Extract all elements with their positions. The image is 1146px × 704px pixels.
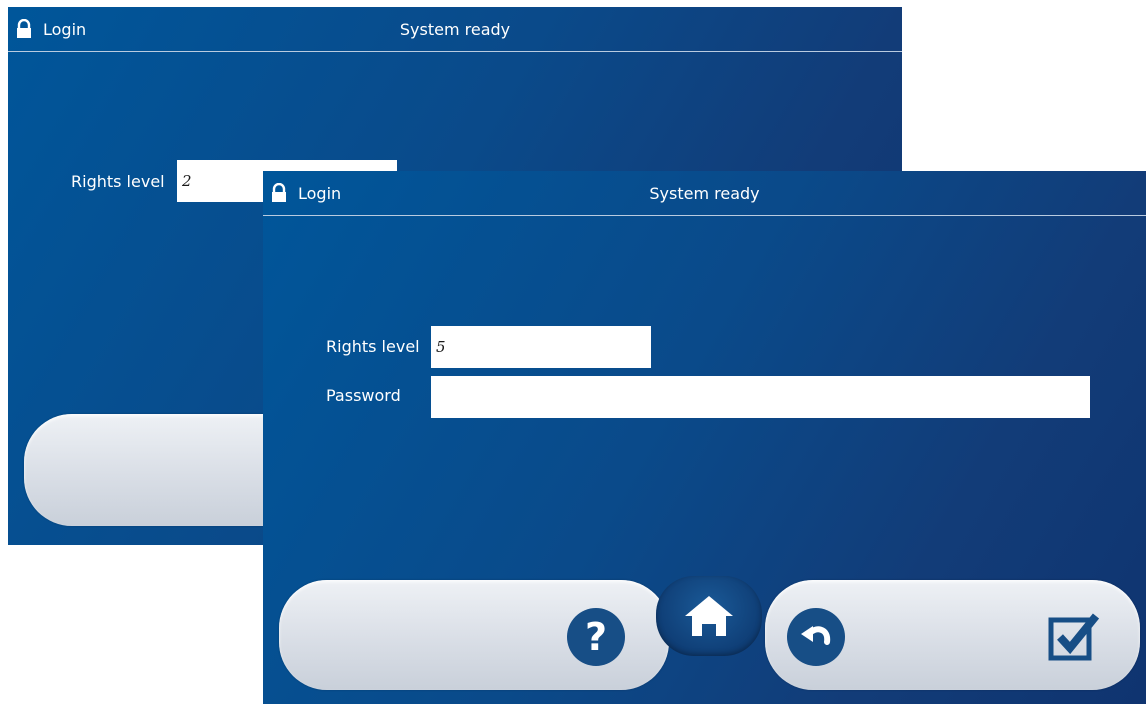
rights-level-label: Rights level [326,337,420,356]
title-bar: Login System ready [263,171,1146,216]
title-divider [8,51,902,52]
undo-arrow-icon [801,626,831,645]
rights-level-field[interactable]: 5 [431,326,651,368]
home-icon [685,596,733,636]
title-divider [263,215,1146,216]
status-text: System ready [649,184,760,203]
login-screen-front: Login System ready Rights level 5 Passwo… [263,171,1146,704]
back-button[interactable] [787,608,845,666]
password-label: Password [326,386,401,405]
status-text: System ready [399,20,511,39]
title-bar: Login System ready [8,7,902,52]
password-field[interactable] [431,376,1090,418]
checkbox-check-icon [1048,613,1100,661]
rights-level-label: Rights level [71,172,165,191]
question-mark-icon: ? [584,615,608,659]
confirm-button[interactable] [1048,610,1102,664]
home-button[interactable] [656,576,762,656]
help-button[interactable]: ? [567,608,625,666]
